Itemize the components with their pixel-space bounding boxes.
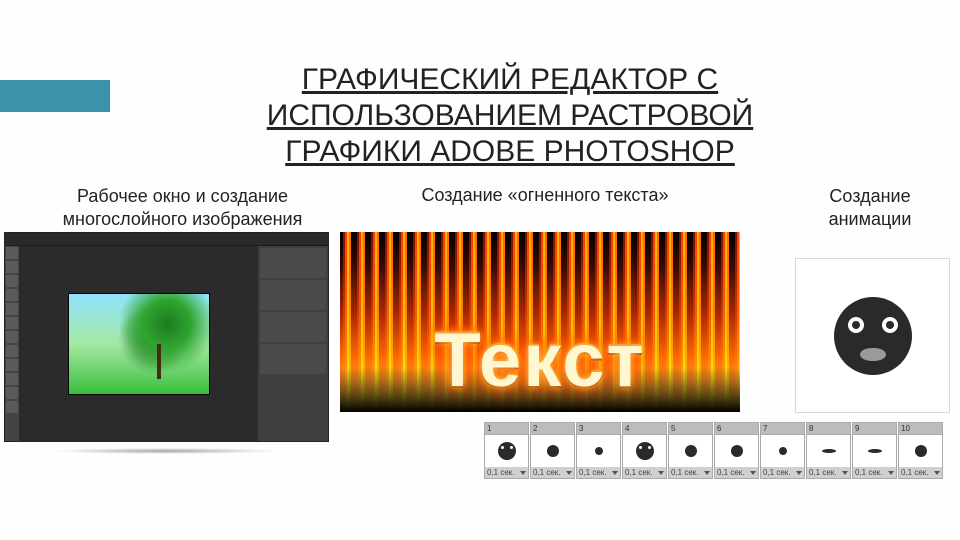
- frame-dot-icon: [547, 445, 559, 457]
- frame-number: 2: [531, 423, 574, 435]
- frame-duration-label: 0,1 сек.: [487, 468, 515, 477]
- chevron-down-icon: [934, 471, 940, 475]
- photoshop-panels: [258, 246, 328, 441]
- animation-timeline: 1 0,1 сек. 2 0,1 сек. 3 0,1 сек. 4 0,1 сек. 5 0,1…: [484, 422, 943, 479]
- frame-duration-label: 0,1 сек.: [671, 468, 699, 477]
- frame-number: 9: [853, 423, 896, 435]
- photoshop-tree-image: [69, 294, 209, 394]
- frame-thumbnail: [807, 435, 850, 467]
- chevron-down-icon: [566, 471, 572, 475]
- frame-duration[interactable]: 0,1 сек.: [761, 467, 804, 478]
- animation-frame[interactable]: 1 0,1 сек.: [484, 422, 529, 479]
- frame-thumbnail: [577, 435, 620, 467]
- fire-text-image: Текст: [340, 232, 740, 412]
- frame-number: 8: [807, 423, 850, 435]
- frame-dot-icon: [685, 445, 697, 457]
- frame-dot-icon: [779, 447, 787, 455]
- frame-duration-label: 0,1 сек.: [533, 468, 561, 477]
- frame-dot-icon: [595, 447, 603, 455]
- animation-frame[interactable]: 2 0,1 сек.: [530, 422, 575, 479]
- frame-thumbnail: [715, 435, 758, 467]
- animation-frame[interactable]: 3 0,1 сек.: [576, 422, 621, 479]
- accent-bar: [0, 80, 110, 112]
- frame-number: 6: [715, 423, 758, 435]
- caption-fire-text: Создание «огненного текста»: [350, 185, 740, 206]
- frame-dot-icon: [731, 445, 743, 457]
- frame-duration-label: 0,1 сек.: [625, 468, 653, 477]
- frame-thumbnail: [899, 435, 942, 467]
- frame-duration-label: 0,1 сек.: [717, 468, 745, 477]
- animation-frame[interactable]: 6 0,1 сек.: [714, 422, 759, 479]
- frame-thumbnail: [623, 435, 666, 467]
- frame-duration[interactable]: 0,1 сек.: [531, 467, 574, 478]
- frame-dot-icon: [822, 449, 836, 453]
- chevron-down-icon: [750, 471, 756, 475]
- frame-thumbnail: [531, 435, 574, 467]
- frame-duration[interactable]: 0,1 сек.: [623, 467, 666, 478]
- shadow-decor: [50, 448, 280, 454]
- frame-duration[interactable]: 0,1 сек.: [807, 467, 850, 478]
- frame-number: 1: [485, 423, 528, 435]
- animation-frame[interactable]: 9 0,1 сек.: [852, 422, 897, 479]
- frame-duration-label: 0,1 сек.: [855, 468, 883, 477]
- frame-number: 10: [899, 423, 942, 435]
- frame-dot-icon: [498, 442, 516, 460]
- chevron-down-icon: [842, 471, 848, 475]
- frame-duration[interactable]: 0,1 сек.: [485, 467, 528, 478]
- frame-dot-icon: [636, 442, 654, 460]
- chevron-down-icon: [888, 471, 894, 475]
- frame-duration[interactable]: 0,1 сек.: [899, 467, 942, 478]
- chevron-down-icon: [520, 471, 526, 475]
- animation-frame[interactable]: 8 0,1 сек.: [806, 422, 851, 479]
- frame-number: 7: [761, 423, 804, 435]
- frame-number: 4: [623, 423, 666, 435]
- animation-frame[interactable]: 4 0,1 сек.: [622, 422, 667, 479]
- frame-duration-label: 0,1 сек.: [809, 468, 837, 477]
- chevron-down-icon: [612, 471, 618, 475]
- frame-duration[interactable]: 0,1 сек.: [853, 467, 896, 478]
- photoshop-toolbar: [5, 246, 19, 441]
- frame-thumbnail: [669, 435, 712, 467]
- frame-duration-label: 0,1 сек.: [901, 468, 929, 477]
- chevron-down-icon: [658, 471, 664, 475]
- frame-thumbnail: [853, 435, 896, 467]
- photoshop-window: [4, 232, 329, 442]
- fire-word: Текст: [340, 317, 740, 404]
- frame-duration-label: 0,1 сек.: [579, 468, 607, 477]
- frame-duration[interactable]: 0,1 сек.: [715, 467, 758, 478]
- frame-duration[interactable]: 0,1 сек.: [669, 467, 712, 478]
- animation-frame[interactable]: 7 0,1 сек.: [760, 422, 805, 479]
- animation-frame[interactable]: 5 0,1 сек.: [668, 422, 713, 479]
- animation-frame[interactable]: 10 0,1 сек.: [898, 422, 943, 479]
- frame-thumbnail: [485, 435, 528, 467]
- smiley-face-icon: [834, 297, 912, 375]
- frame-dot-icon: [915, 445, 927, 457]
- slide-title: ГРАФИЧЕСКИЙ РЕДАКТОР С ИСПОЛЬЗОВАНИЕМ РА…: [200, 62, 820, 170]
- frame-thumbnail: [761, 435, 804, 467]
- photoshop-canvas: [19, 246, 258, 441]
- frame-duration[interactable]: 0,1 сек.: [577, 467, 620, 478]
- frame-number: 5: [669, 423, 712, 435]
- frame-number: 3: [577, 423, 620, 435]
- caption-workspace: Рабочее окно и создание многослойного из…: [30, 185, 335, 230]
- photoshop-menubar: [5, 233, 328, 246]
- frame-duration-label: 0,1 сек.: [763, 468, 791, 477]
- frame-dot-icon: [868, 449, 882, 453]
- smiley-image: [795, 258, 950, 413]
- chevron-down-icon: [704, 471, 710, 475]
- caption-animation: Создание анимации: [790, 185, 950, 230]
- chevron-down-icon: [796, 471, 802, 475]
